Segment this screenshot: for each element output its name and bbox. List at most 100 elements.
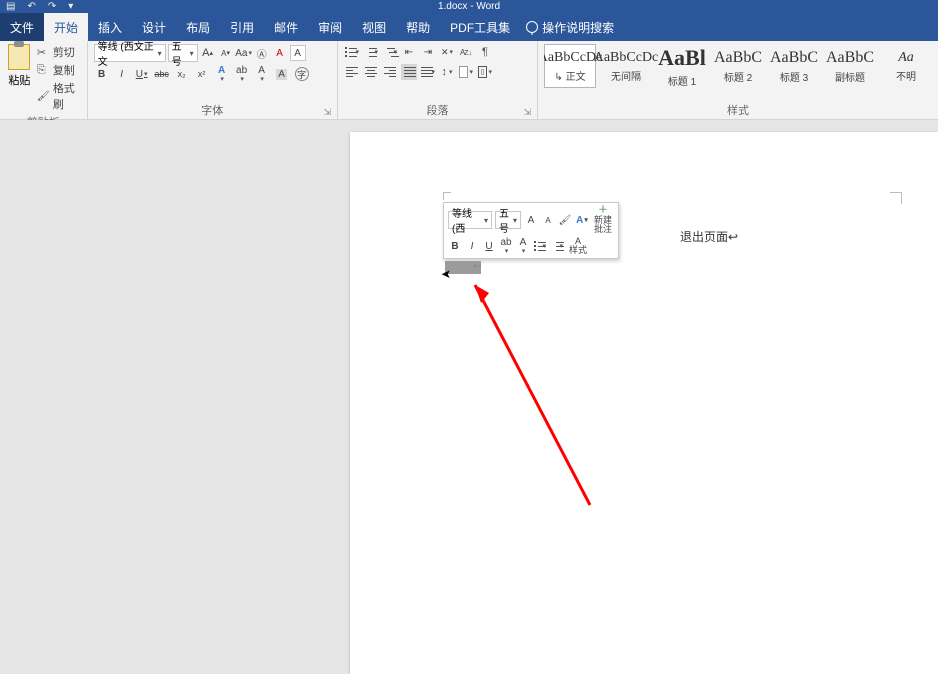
tell-me-search[interactable]: 操作说明搜索	[526, 13, 614, 41]
underline-button[interactable]: U	[134, 66, 150, 82]
align-distributed-icon	[421, 67, 430, 77]
text-effects-button[interactable]: A	[214, 66, 230, 82]
style-preview: Aa	[898, 50, 914, 66]
document-page[interactable]	[350, 132, 938, 674]
shrink-font-button[interactable]: A▾	[218, 45, 234, 61]
line-spacing-button[interactable]	[439, 64, 455, 80]
align-left-button[interactable]	[344, 64, 360, 80]
copy-icon	[37, 64, 49, 76]
save-icon[interactable]: ▤	[6, 1, 15, 12]
show-marks-button[interactable]	[477, 44, 493, 60]
mini-bold-button[interactable]: B	[448, 239, 462, 253]
format-painter-button[interactable]: 格式刷	[37, 80, 81, 112]
mini-bullets-button[interactable]	[533, 239, 547, 253]
char-border-button[interactable]: A	[290, 45, 306, 61]
number-list-icon	[364, 46, 373, 58]
change-case-button[interactable]: Aa	[236, 45, 252, 61]
bold-button[interactable]: B	[94, 66, 110, 82]
align-center-icon	[365, 67, 377, 77]
cut-button[interactable]: 剪切	[37, 44, 81, 60]
highlight-button[interactable]: ab	[234, 66, 250, 82]
undo-icon[interactable]: ↶	[27, 1, 35, 12]
style-tile-3[interactable]: AaBbC标题 2	[712, 44, 764, 88]
mini-highlight-button[interactable]: ab	[499, 239, 513, 253]
qat-more-icon[interactable]: ▾	[68, 1, 73, 12]
align-justify-icon	[404, 67, 414, 77]
align-justify-button[interactable]	[401, 64, 417, 80]
style-name: 标题 1	[668, 73, 696, 88]
bullet-list-icon	[345, 46, 354, 58]
decrease-indent-button[interactable]: ⇤	[401, 44, 417, 60]
tab-design[interactable]: 设计	[132, 13, 176, 41]
paste-button[interactable]: 粘贴	[6, 44, 33, 112]
style-tile-0[interactable]: AaBbCcDc↳ 正文	[544, 44, 596, 88]
style-tile-5[interactable]: AaBbC副标题	[824, 44, 876, 88]
style-name: 无间隔	[611, 68, 641, 83]
tab-layout[interactable]: 布局	[176, 13, 220, 41]
mini-font-name-combo[interactable]: 等线 (西▾	[448, 211, 492, 229]
mini-text-effects-button[interactable]: A	[575, 213, 589, 227]
tab-review[interactable]: 审阅	[308, 13, 352, 41]
title-bar: ▤ ↶ ↷ ▾ 1.docx - Word	[0, 0, 938, 13]
align-center-button[interactable]	[363, 64, 379, 80]
tab-insert[interactable]: 插入	[88, 13, 132, 41]
font-color-button[interactable]: A	[254, 66, 270, 82]
mini-grow-font-button[interactable]: A	[524, 213, 538, 227]
mini-font-size-combo[interactable]: 五号▾	[495, 211, 521, 229]
font-launcher-icon[interactable]: ⇲	[323, 107, 331, 118]
tab-view[interactable]: 视图	[352, 13, 396, 41]
style-tile-1[interactable]: AaBbCcDc无间隔	[600, 44, 652, 88]
document-body-text[interactable]: 退出页面↩	[680, 228, 738, 245]
paste-label: 粘贴	[8, 72, 30, 88]
tab-mailings[interactable]: 邮件	[264, 13, 308, 41]
mini-format-painter-button[interactable]: 🖌	[558, 213, 572, 227]
bullets-button[interactable]	[344, 44, 360, 60]
tab-pdf-tools[interactable]: PDF工具集	[440, 13, 520, 41]
align-left-icon	[346, 67, 358, 77]
italic-button[interactable]: I	[114, 66, 130, 82]
grow-font-button[interactable]: A▴	[200, 45, 216, 61]
copy-button[interactable]: 复制	[37, 62, 81, 78]
asian-layout-button[interactable]: ✕	[439, 44, 455, 60]
style-tile-2[interactable]: AaBl 标题 1	[656, 44, 708, 88]
align-right-button[interactable]	[382, 64, 398, 80]
distributed-button[interactable]	[420, 64, 436, 80]
enclose-char-button[interactable]: 字	[294, 66, 310, 82]
mini-styles-button[interactable]: A样式	[567, 237, 589, 255]
sort-button[interactable]	[458, 44, 474, 60]
style-preview: AaBl	[658, 45, 706, 71]
style-tile-4[interactable]: AaBbC标题 3	[768, 44, 820, 88]
superscript-button[interactable]: x²	[194, 66, 210, 82]
strikethrough-button[interactable]: abc	[154, 66, 170, 82]
mini-shrink-font-button[interactable]: A	[541, 213, 555, 227]
mini-italic-button[interactable]: I	[465, 239, 479, 253]
borders-button[interactable]	[477, 64, 493, 80]
shading-button[interactable]	[458, 64, 474, 80]
increase-indent-button[interactable]: ⇥	[420, 44, 436, 60]
char-shading-button[interactable]: A	[274, 66, 290, 82]
mini-font-color-button[interactable]: A	[516, 239, 530, 253]
redo-icon[interactable]: ↷	[48, 1, 56, 12]
group-clipboard: 粘贴 剪切 复制 格式刷 剪贴板⇲	[0, 41, 88, 119]
brush-icon	[37, 90, 49, 102]
numbering-button[interactable]	[363, 44, 379, 60]
style-tile-6[interactable]: Aa不明	[880, 44, 932, 88]
font-name-combo[interactable]: 等线 (西文正文▾	[94, 44, 166, 62]
paragraph-launcher-icon[interactable]: ⇲	[523, 107, 531, 118]
mini-underline-button[interactable]: U	[482, 239, 496, 253]
group-paragraph: ⇤ ⇥ ✕ 段落⇲	[338, 41, 538, 119]
tab-references[interactable]: 引用	[220, 13, 264, 41]
mini-new-comment-button[interactable]: ＋ 新建 批注	[592, 206, 614, 234]
subscript-button[interactable]: x₂	[174, 66, 190, 82]
bulb-icon	[526, 21, 538, 33]
phonetic-guide-button[interactable]: Ⓐ	[254, 45, 270, 61]
clear-formatting-button[interactable]: A	[272, 45, 288, 61]
paragraph-mark-icon: ↩	[473, 261, 481, 272]
styles-gallery[interactable]: AaBbCcDc↳ 正文AaBbCcDc无间隔AaBl 标题 1 AaBbC标题 2…	[544, 44, 932, 88]
tab-help[interactable]: 帮助	[396, 13, 440, 41]
font-size-combo[interactable]: 五号▾	[168, 44, 198, 62]
mini-numbering-button[interactable]	[550, 239, 564, 253]
tab-file[interactable]: 文件	[0, 13, 44, 41]
multilevel-button[interactable]	[382, 44, 398, 60]
tab-home[interactable]: 开始	[44, 13, 88, 41]
